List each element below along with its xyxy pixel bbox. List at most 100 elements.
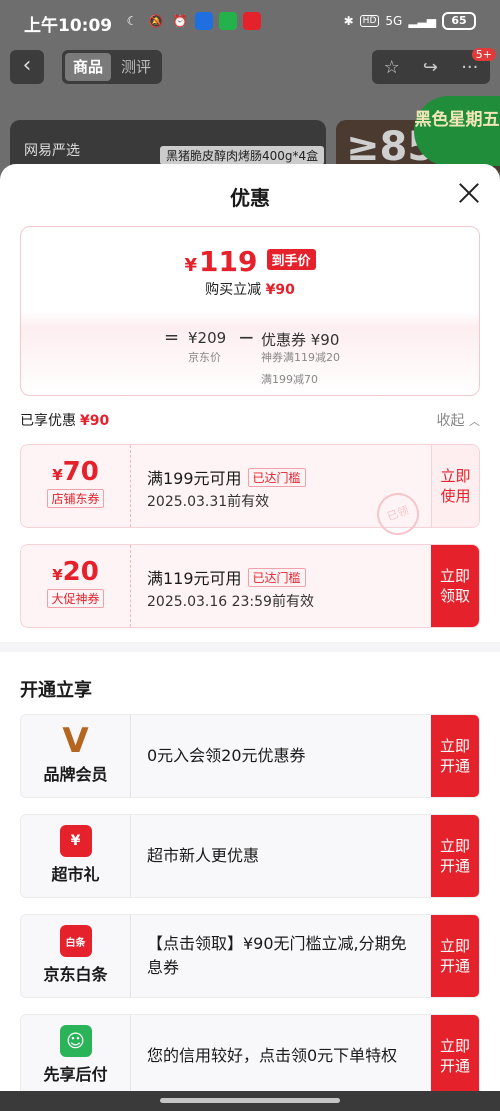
chevron-left-icon: ‹ (22, 53, 32, 78)
app-notification-icon (195, 12, 213, 30)
coupon-validity: 2025.03.31前有效 (147, 494, 270, 510)
equals-sign: = (164, 327, 180, 348)
coupon-condition: 满199元可用 已达门槛 (147, 465, 306, 489)
coupon-amount-value: 20 (62, 557, 99, 587)
bell-muted-icon: 🔕 (148, 14, 164, 28)
status-bar: 上午10:09 ☾ 🔕 ⏰ ✱ HD 5G ▂▃▅ 65 (0, 0, 500, 44)
status-time: 上午10:09 (24, 16, 113, 36)
use-coupon-button[interactable]: 立即使用 (431, 445, 479, 527)
coupon-validity: 2025.03.16 23:59前有效 (147, 594, 314, 610)
coupon-card: ¥20 大促神券 满119元可用 已达门槛 2025.03.16 23:59前有效… (20, 544, 480, 628)
currency-symbol: ¥ (52, 466, 63, 484)
membership-desc: 您的信用较好，点击领0元下单特权 (147, 1046, 398, 1065)
top-nav: ‹ 商品 测评 ☆ ↪ ··· 5+ (0, 48, 500, 86)
coupon-type: 大促神券 (47, 589, 104, 608)
final-price: ¥119 (184, 245, 257, 278)
membership-logo-block: V 品牌会员 (21, 715, 131, 797)
home-indicator[interactable] (160, 1098, 340, 1103)
membership-desc: 0元入会领20元优惠券 (147, 746, 306, 765)
hd-icon: HD (359, 15, 380, 27)
price-summary-card: ¥119 到手价 购买立减 ¥90 = ¥209 京东价 − 优惠券 ¥90 神… (20, 226, 480, 396)
open-membership-button[interactable]: 立即开通 (431, 815, 479, 897)
original-price-label: 京东价 (188, 351, 221, 364)
enjoyed-discount: 已享优惠 ¥90 (20, 410, 109, 430)
currency-symbol: ¥ (184, 255, 197, 276)
reduce-prefix: 购买立减 (205, 282, 262, 298)
final-price-tag: 到手价 (266, 249, 316, 270)
membership-name: 品牌会员 (43, 765, 108, 784)
membership-logo-block: 白条 京东白条 (21, 915, 131, 997)
membership-item: ¥ 超市礼 超市新人更优惠 立即开通 (20, 814, 480, 898)
original-price: ¥209 (188, 329, 227, 347)
signal-icon: ▂▃▅ (408, 14, 436, 28)
membership-logo-block: ☺ 先享后付 (21, 1015, 131, 1097)
enjoyed-label: 已享优惠 (20, 413, 76, 429)
message-badge: 5+ (471, 48, 496, 61)
bluetooth-icon: ✱ (343, 14, 354, 28)
open-membership-button[interactable]: 立即开通 (431, 715, 479, 797)
coupon-amount: ¥20 (21, 557, 130, 587)
coupon-total: 优惠券 ¥90 (261, 331, 340, 349)
coupon-detail: 满199减70 (261, 373, 318, 386)
claimed-stamp: 已领 (371, 487, 425, 541)
black-friday-badge: 黑色星期五 (414, 96, 500, 166)
coupon-condition-text: 满199元可用 (147, 469, 242, 488)
jd-notification-icon (243, 12, 261, 30)
coupon-detail: 神券满119减20 (261, 351, 340, 364)
enjoyed-amount: ¥90 (80, 413, 110, 429)
final-price-row: ¥119 到手价 (21, 245, 479, 278)
final-price-value: 119 (198, 245, 258, 278)
coupon-status: 已达门槛 (247, 568, 306, 587)
coupon-amount: ¥70 (21, 457, 130, 487)
open-membership-button[interactable]: 立即开通 (431, 1015, 479, 1097)
coupon-amount-block: ¥70 店铺东券 (21, 445, 131, 527)
membership-name: 超市礼 (51, 865, 100, 884)
chevron-up-icon: ︿ (469, 415, 480, 428)
supermarket-gift-icon: ¥ (59, 825, 92, 857)
membership-name: 先享后付 (43, 1065, 108, 1084)
coupon-card: ¥70 店铺东券 满199元可用 已达门槛 2025.03.31前有效 已领 立即… (20, 444, 480, 541)
coupon-condition: 满119元可用 已达门槛 (147, 565, 306, 589)
coupon-type: 店铺东券 (47, 489, 104, 508)
wechat-icon (219, 12, 237, 30)
open-membership-button[interactable]: 立即开通 (431, 915, 479, 997)
membership-desc: 超市新人更优惠 (147, 846, 260, 865)
alarm-icon: ⏰ (172, 14, 188, 28)
coupon-condition-text: 满119元可用 (147, 569, 242, 588)
status-right-icons: ✱ HD 5G ▂▃▅ 65 (344, 12, 476, 30)
membership-desc: 【点击领取】¥90无门槛立减,分期免息券 (147, 934, 407, 977)
tab-product[interactable]: 商品 (65, 53, 112, 81)
reduce-row: 购买立减 ¥90 (21, 279, 479, 299)
moon-icon: ☾ (126, 14, 138, 28)
coupon-status: 已达门槛 (247, 468, 306, 487)
minus-sign: − (238, 325, 255, 349)
star-icon[interactable]: ☆ (384, 57, 400, 78)
sheet-title: 优惠 (230, 186, 270, 210)
section-title: 开通立享 (20, 680, 92, 701)
brand-name: 网易严选 (24, 143, 80, 159)
claim-coupon-button[interactable]: 立即领取 (431, 545, 479, 627)
close-icon[interactable] (458, 182, 480, 204)
coupon-amount-value: 70 (62, 457, 99, 487)
product-name: 黑猪脆皮醇肉烤肠400g*4盒 (160, 146, 325, 165)
tab-review[interactable]: 测评 (113, 53, 159, 81)
collapse-label: 收起 (436, 413, 465, 429)
battery-icon: 65 (442, 12, 476, 30)
discount-sheet: 优惠 ¥119 到手价 购买立减 ¥90 = ¥209 京东价 − 优惠券 ¥9… (0, 164, 500, 1111)
network-type: 5G (385, 14, 403, 28)
back-button[interactable]: ‹ (10, 50, 44, 84)
baitiao-icon: 白条 (59, 925, 92, 957)
status-notification-icons: ☾ 🔕 ⏰ (123, 12, 261, 30)
brand-member-icon: V (62, 721, 89, 761)
collapse-button[interactable]: 收起 ︿ (437, 410, 480, 430)
coupon-amount-block: ¥20 大促神券 (21, 545, 131, 627)
membership-item: V 品牌会员 0元入会领20元优惠券 立即开通 (20, 714, 480, 798)
currency-symbol: ¥ (52, 566, 63, 584)
section-divider (0, 642, 500, 652)
membership-item: 白条 京东白条 【点击领取】¥90无门槛立减,分期免息券 立即开通 (20, 914, 480, 998)
share-icon[interactable]: ↪ (423, 57, 438, 78)
nav-tabs: 商品 测评 (62, 50, 163, 84)
membership-item: ☺ 先享后付 您的信用较好，点击领0元下单特权 立即开通 (20, 1014, 480, 1098)
reduce-amount: ¥90 (265, 282, 295, 298)
membership-name: 京东白条 (43, 965, 108, 984)
